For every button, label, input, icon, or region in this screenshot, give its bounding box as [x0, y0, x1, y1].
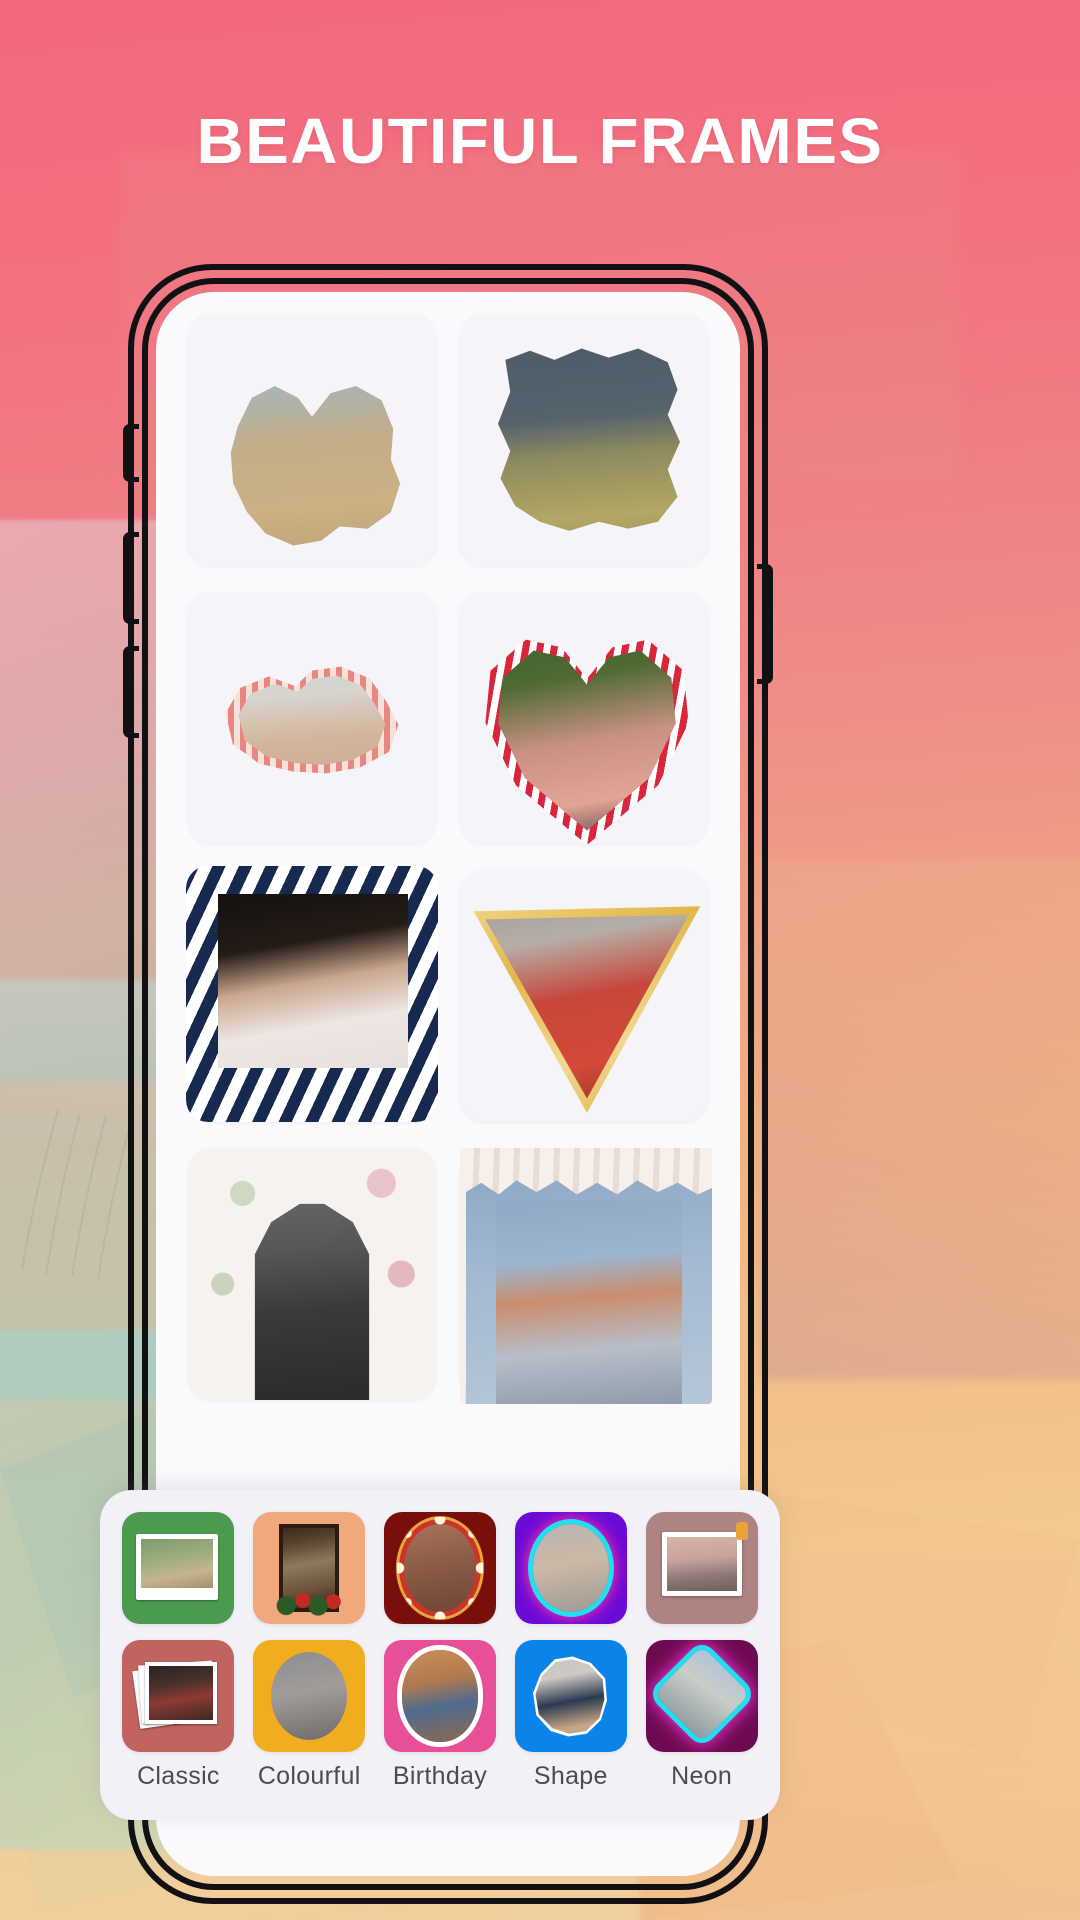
category-thumb-mandala[interactable]: [253, 1640, 366, 1752]
category-panel: Classic Colourful Birthday Shape Neon: [100, 1490, 780, 1820]
category-thumb-ornate-couple[interactable]: [253, 1512, 366, 1624]
category-item-marquee[interactable]: [380, 1512, 501, 1624]
category-label-classic: Classic: [137, 1762, 220, 1790]
collage-photo-right: [760, 860, 1080, 1380]
frame-border-peach: [231, 386, 400, 545]
category-item-pinned-photo[interactable]: [641, 1512, 762, 1624]
frame-grid: [186, 314, 712, 1404]
power-button[interactable]: [757, 564, 773, 684]
volume-up-button[interactable]: [123, 532, 139, 624]
category-thumb-marquee-lights[interactable]: [383, 1512, 496, 1624]
birthday-oval-icon: [392, 1641, 487, 1751]
category-label-neon: Neon: [671, 1762, 733, 1790]
category-row-top: [118, 1512, 762, 1624]
category-thumb-shape[interactable]: [514, 1640, 627, 1752]
category-item-neon[interactable]: Neon: [641, 1640, 762, 1791]
frame-card-cloud-striped[interactable]: [188, 592, 436, 844]
frame-thumb-photo: [485, 914, 689, 1099]
page-title: BEAUTIFUL FRAMES: [196, 105, 884, 177]
category-label-birthday: Birthday: [392, 1762, 488, 1790]
frame-card-heart-striped[interactable]: [460, 592, 708, 844]
glitch-oval-icon: [532, 1524, 609, 1612]
category-item-shape[interactable]: Shape: [510, 1640, 631, 1791]
frame-card-triangle-gold[interactable]: [460, 870, 708, 1122]
floral-leaves-icon: [271, 1590, 348, 1616]
photo-print-icon: [661, 1532, 742, 1596]
frame-card-torn-blue[interactable]: [460, 1148, 712, 1404]
category-thumb-neon[interactable]: [645, 1640, 758, 1752]
clip-icon: [735, 1522, 748, 1540]
category-thumb-birthday[interactable]: [383, 1640, 496, 1752]
frame-card-stripe-navy[interactable]: [186, 866, 438, 1122]
frame-card-cloud-peach[interactable]: [188, 314, 436, 566]
category-thumb-glitch-neon[interactable]: [514, 1512, 627, 1624]
category-item-glitch[interactable]: [510, 1512, 631, 1624]
frame-card-arch-floral[interactable]: [188, 1148, 436, 1400]
mute-switch-button[interactable]: [123, 424, 139, 482]
frame-card-ragged-grey[interactable]: [460, 314, 708, 566]
marquee-oval-icon: [396, 1517, 483, 1619]
category-row-bottom: Classic Colourful Birthday Shape Neon: [118, 1640, 762, 1791]
blob-shape-icon: [535, 1659, 605, 1734]
category-item-birthday[interactable]: Birthday: [380, 1640, 501, 1791]
frame-thumb-photo: [498, 650, 676, 831]
mandala-oval-icon: [263, 1644, 356, 1748]
frame-border-grey: [498, 349, 680, 531]
neon-diamond-icon: [653, 1645, 750, 1743]
category-thumb-pinned-pier[interactable]: [645, 1512, 758, 1624]
category-label-shape: Shape: [533, 1762, 608, 1790]
frame-thumb-photo: [496, 1200, 682, 1404]
category-item-vintage[interactable]: [249, 1512, 370, 1624]
category-thumb-polaroid-stack[interactable]: [122, 1640, 235, 1752]
category-item-classic[interactable]: Classic: [118, 1640, 239, 1791]
category-thumb-polaroid-family[interactable]: [122, 1512, 235, 1624]
volume-down-button[interactable]: [123, 646, 139, 738]
category-label-colourful: Colourful: [257, 1762, 361, 1790]
polaroid-icon: [136, 1534, 219, 1600]
frame-thumb-photo: [218, 894, 408, 1068]
category-item-classic-alt[interactable]: [118, 1512, 239, 1624]
photo-stack-icon: [132, 1658, 220, 1730]
category-item-colourful[interactable]: Colourful: [249, 1640, 370, 1791]
frame-thumb-photo: [238, 675, 386, 765]
